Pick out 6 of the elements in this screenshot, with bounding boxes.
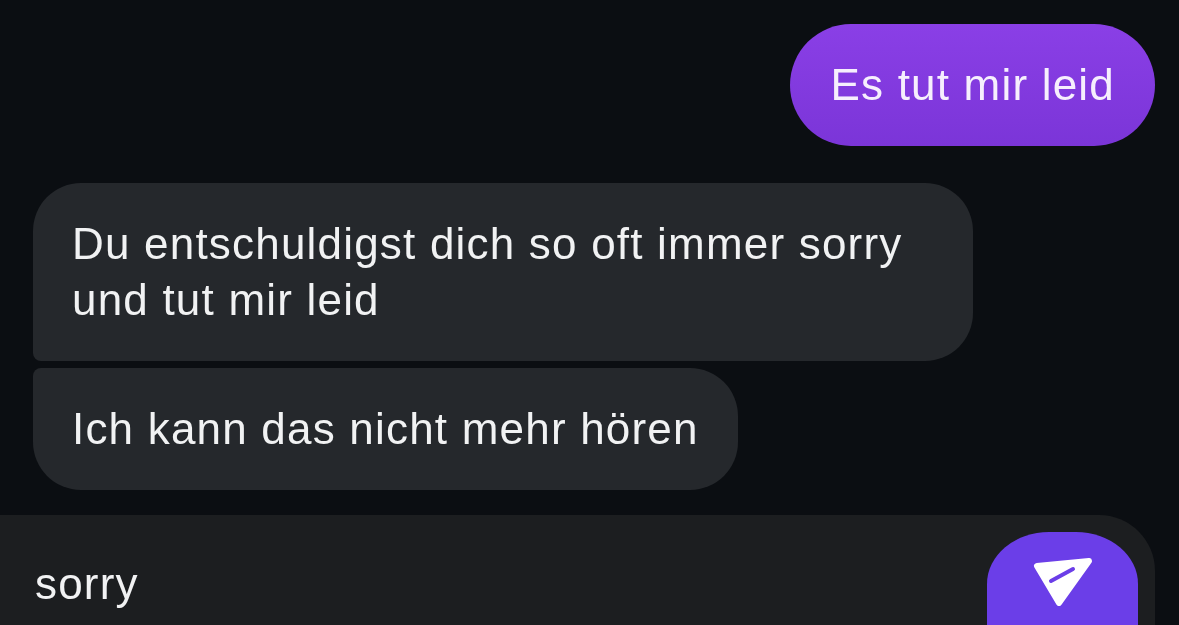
message-bubble: Es tut mir leid [790,24,1155,146]
send-button[interactable] [987,532,1138,625]
message-bubble: Du entschuldigst dich so oft immer sorry und tut mir leid [33,183,973,361]
message-input[interactable]: sorry [0,515,1155,625]
send-icon [1032,557,1093,606]
message-bubble: Ich kann das nicht mehr hören [33,368,738,490]
